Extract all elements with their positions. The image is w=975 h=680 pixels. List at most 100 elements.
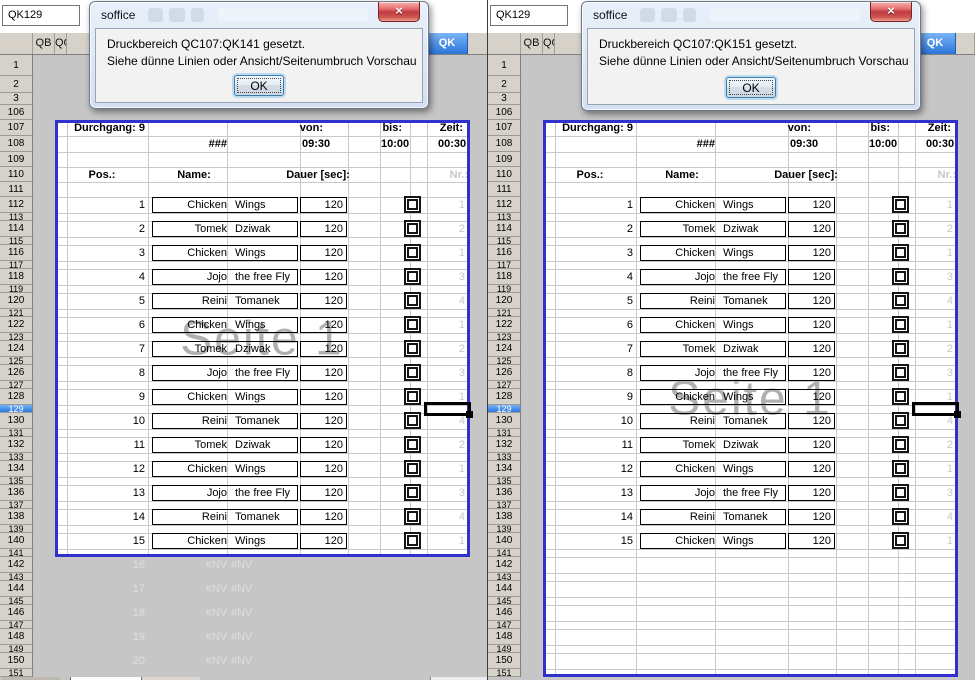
row-header-111[interactable]: 111: [0, 182, 33, 197]
row-header-141[interactable]: 141: [488, 549, 521, 557]
row-header-1[interactable]: 1: [488, 55, 521, 76]
row-header-139[interactable]: 139: [0, 525, 33, 533]
row-header-120[interactable]: 120: [0, 293, 33, 309]
row-header-147[interactable]: 147: [488, 621, 521, 629]
cell-nv-b[interactable]: #NV: [231, 581, 301, 597]
row-header-122[interactable]: 122: [0, 317, 33, 333]
cell-nv-b[interactable]: #NV: [231, 629, 301, 645]
row-header-129[interactable]: 129: [0, 405, 33, 413]
row-header-109[interactable]: 109: [0, 152, 33, 167]
cell-nv-pos[interactable]: 17: [95, 581, 145, 597]
row-header-135[interactable]: 135: [0, 477, 33, 485]
row-header-108[interactable]: 108: [0, 136, 33, 152]
row-header-123[interactable]: 123: [488, 333, 521, 341]
row-header-128[interactable]: 128: [488, 389, 521, 405]
row-header-2[interactable]: 2: [488, 76, 521, 93]
row-header-110[interactable]: 110: [0, 167, 33, 182]
row-header-3[interactable]: 3: [488, 93, 521, 105]
row-header-149[interactable]: 149: [488, 645, 521, 653]
row-header-113[interactable]: 113: [0, 213, 33, 221]
row-header-116[interactable]: 116: [0, 245, 33, 261]
row-header-121[interactable]: 121: [488, 309, 521, 317]
row-header-115[interactable]: 115: [0, 237, 33, 245]
row-header-133[interactable]: 133: [0, 453, 33, 461]
row-header-133[interactable]: 133: [488, 453, 521, 461]
row-header-126[interactable]: 126: [0, 365, 33, 381]
row-header-131[interactable]: 131: [488, 429, 521, 437]
row-header-127[interactable]: 127: [0, 381, 33, 389]
row-header-113[interactable]: 113: [488, 213, 521, 221]
row-header-124[interactable]: 124: [488, 341, 521, 357]
row-header-142[interactable]: 142: [488, 557, 521, 573]
row-header-134[interactable]: 134: [488, 461, 521, 477]
row-header-139[interactable]: 139: [488, 525, 521, 533]
row-header-138[interactable]: 138: [0, 509, 33, 525]
row-header-146[interactable]: 146: [0, 605, 33, 621]
row-header-136[interactable]: 136: [0, 485, 33, 501]
dialog-titlebar[interactable]: soffice ×: [90, 2, 428, 28]
dialog-titlebar[interactable]: soffice ×: [582, 2, 920, 28]
row-header-124[interactable]: 124: [0, 341, 33, 357]
close-button[interactable]: ×: [870, 2, 912, 22]
cell-nv-a[interactable]: #NV: [178, 653, 227, 669]
row-header-128[interactable]: 128: [0, 389, 33, 405]
row-header-109[interactable]: 109: [488, 152, 521, 167]
row-header-146[interactable]: 146: [488, 605, 521, 621]
cell-nv-a[interactable]: #NV: [178, 629, 227, 645]
row-header-137[interactable]: 137: [0, 501, 33, 509]
cell-nv-pos[interactable]: 16: [95, 557, 145, 573]
row-header-107[interactable]: 107: [0, 120, 33, 136]
cell-nv-a[interactable]: #NV: [178, 557, 227, 573]
row-header-143[interactable]: 143: [488, 573, 521, 581]
row-header-140[interactable]: 140: [488, 533, 521, 549]
row-header-148[interactable]: 148: [488, 629, 521, 645]
row-header-130[interactable]: 130: [488, 413, 521, 429]
row-header-115[interactable]: 115: [488, 237, 521, 245]
row-header-111[interactable]: 111: [488, 182, 521, 197]
row-header-110[interactable]: 110: [488, 167, 521, 182]
row-header-121[interactable]: 121: [0, 309, 33, 317]
row-header-114[interactable]: 114: [0, 221, 33, 237]
row-header-141[interactable]: 141: [0, 549, 33, 557]
row-header-122[interactable]: 122: [488, 317, 521, 333]
row-header-142[interactable]: 142: [0, 557, 33, 573]
row-header-108[interactable]: 108: [488, 136, 521, 152]
cell-nv-a[interactable]: #NV: [178, 605, 227, 621]
row-header-144[interactable]: 144: [0, 581, 33, 597]
row-header-132[interactable]: 132: [0, 437, 33, 453]
cell-nv-b[interactable]: #NV: [231, 557, 301, 573]
row-header-151[interactable]: 151: [0, 669, 33, 677]
cell-nv-a[interactable]: #NV: [178, 581, 227, 597]
row-header-130[interactable]: 130: [0, 413, 33, 429]
row-header-149[interactable]: 149: [0, 645, 33, 653]
row-header-150[interactable]: 150: [0, 653, 33, 669]
row-header-118[interactable]: 118: [0, 269, 33, 285]
row-header-144[interactable]: 144: [488, 581, 521, 597]
row-header-136[interactable]: 136: [488, 485, 521, 501]
row-header-135[interactable]: 135: [488, 477, 521, 485]
row-header-145[interactable]: 145: [0, 597, 33, 605]
row-header-119[interactable]: 119: [488, 285, 521, 293]
row-header-137[interactable]: 137: [488, 501, 521, 509]
row-header-106[interactable]: 106: [0, 105, 33, 120]
row-header-138[interactable]: 138: [488, 509, 521, 525]
row-header-126[interactable]: 126: [488, 365, 521, 381]
ok-button[interactable]: OK: [234, 75, 284, 96]
row-header-116[interactable]: 116: [488, 245, 521, 261]
row-header-127[interactable]: 127: [488, 381, 521, 389]
cell-nv-pos[interactable]: 19: [95, 629, 145, 645]
row-header-1[interactable]: 1: [0, 55, 33, 76]
row-header-140[interactable]: 140: [0, 533, 33, 549]
row-header-129[interactable]: 129: [488, 405, 521, 413]
row-header-125[interactable]: 125: [488, 357, 521, 365]
row-header-143[interactable]: 143: [0, 573, 33, 581]
row-header-2[interactable]: 2: [0, 76, 33, 93]
row-header-112[interactable]: 112: [488, 197, 521, 213]
row-header-150[interactable]: 150: [488, 653, 521, 669]
row-header-112[interactable]: 112: [0, 197, 33, 213]
row-header-123[interactable]: 123: [0, 333, 33, 341]
cell-nv-b[interactable]: #NV: [231, 605, 301, 621]
row-header-125[interactable]: 125: [0, 357, 33, 365]
row-header-107[interactable]: 107: [488, 120, 521, 136]
row-header-114[interactable]: 114: [488, 221, 521, 237]
